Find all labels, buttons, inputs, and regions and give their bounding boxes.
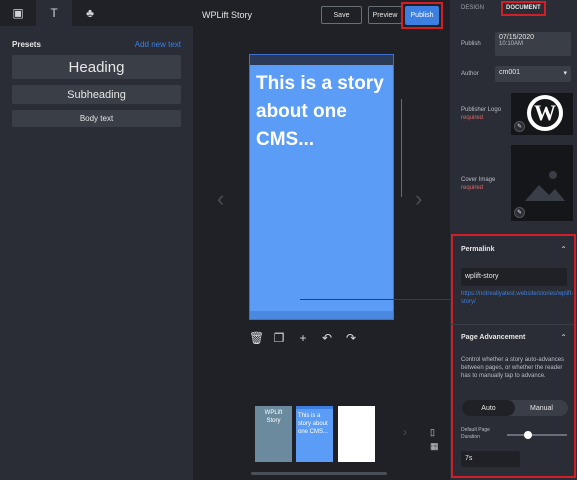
section-divider xyxy=(451,324,574,325)
preset-subheading[interactable]: Subheading xyxy=(12,85,181,104)
add-page-icon[interactable]: + xyxy=(297,331,309,345)
toggle-manual[interactable]: Manual xyxy=(515,400,568,416)
delete-icon[interactable]: 🗑 xyxy=(249,331,264,345)
tab-design[interactable]: DESIGN xyxy=(461,5,484,11)
story-editor: ▣ T ♣ Presets Add new text Heading Subhe… xyxy=(0,0,577,480)
story-text[interactable]: This is a story about one CMS... xyxy=(250,65,393,159)
publisher-logo-required: required xyxy=(461,115,484,121)
duration-input[interactable]: 7s xyxy=(461,451,520,467)
undo-icon[interactable]: ↶ xyxy=(321,331,333,345)
document-tab-highlight: DOCUMENT xyxy=(501,1,546,16)
save-button[interactable]: Save xyxy=(321,6,362,24)
permalink-title: Permalink xyxy=(461,246,495,253)
media-tab[interactable]: ▣ xyxy=(0,0,36,26)
add-new-text-link[interactable]: Add new text xyxy=(135,40,181,49)
prev-page-arrow-icon[interactable]: ‹ xyxy=(217,186,224,212)
preset-heading[interactable]: Heading xyxy=(12,55,181,79)
thumbnail-text: WPLift Story xyxy=(264,410,283,424)
author-label: Author xyxy=(461,71,479,77)
publish-highlight: Publish xyxy=(401,2,443,29)
edit-pencil-icon[interactable]: ✎ xyxy=(514,121,525,132)
shapes-icon: ♣ xyxy=(86,6,94,20)
right-panel: DESIGN DOCUMENT Publish 07/15/2020 10:10… xyxy=(450,0,577,480)
page-thumbnail-1[interactable]: WPLift Story xyxy=(255,406,292,462)
publish-button[interactable]: Publish xyxy=(405,6,439,25)
toggle-auto[interactable]: Auto xyxy=(462,400,515,416)
cover-image-box[interactable]: ✎ xyxy=(511,145,573,221)
presets-header: Presets Add new text xyxy=(0,26,193,55)
image-icon: ▣ xyxy=(12,6,24,20)
shapes-tab[interactable]: ♣ xyxy=(72,0,108,26)
preview-button[interactable]: Preview xyxy=(368,6,402,24)
default-page-duration-label: Default Page Duration xyxy=(461,427,490,440)
edit-pencil-icon[interactable]: ✎ xyxy=(514,207,525,218)
duration-slider-knob[interactable] xyxy=(524,431,532,439)
left-panel: ▣ T ♣ Presets Add new text Heading Subhe… xyxy=(0,0,193,480)
cover-image-label: Cover Image xyxy=(461,177,496,183)
author-select[interactable]: cm001 ▾ xyxy=(495,66,571,82)
text-tab[interactable]: T xyxy=(36,0,72,26)
author-value: cm001 xyxy=(499,69,521,76)
chevron-up-icon[interactable]: ⌃ xyxy=(560,333,567,342)
page-thumbnail-2[interactable]: This is a story about one CMS... xyxy=(296,406,333,462)
publisher-logo-box[interactable]: W ✎ xyxy=(511,93,573,135)
publish-date: 07/15/2020 xyxy=(499,34,535,41)
page-advancement-description: Control whether a story auto-advances be… xyxy=(461,357,565,379)
thumbnail-scrollbar[interactable] xyxy=(251,472,387,475)
cover-image-required: required xyxy=(461,185,484,191)
publish-date-label: Publish xyxy=(461,41,481,47)
story-title: WPLift Story xyxy=(202,10,253,20)
left-tabs: ▣ T ♣ xyxy=(0,0,193,26)
thumbnail-text: This is a story about one CMS... xyxy=(298,413,329,435)
story-page-header xyxy=(250,55,393,65)
next-page-arrow-icon[interactable]: › xyxy=(415,186,422,212)
chevron-down-icon: ▾ xyxy=(563,70,567,77)
permalink-url[interactable]: https://notreallyatest.website/stories/w… xyxy=(461,290,573,306)
page-thumbnail-3[interactable] xyxy=(338,406,375,462)
publish-date-field[interactable]: 07/15/2020 10:10AM xyxy=(495,32,571,56)
preset-body-text[interactable]: Body text xyxy=(12,110,181,127)
publisher-logo-label: Publisher Logo xyxy=(461,107,502,113)
grid-view-icon[interactable]: ▦ xyxy=(430,439,439,453)
duplicate-icon[interactable]: ❐ xyxy=(273,331,285,345)
redo-icon[interactable]: ↷ xyxy=(345,331,357,345)
story-page-footer xyxy=(250,311,393,319)
wordpress-logo: W xyxy=(527,95,563,131)
presets-label: Presets xyxy=(12,40,41,49)
publish-time: 10:10AM xyxy=(499,41,524,47)
chevron-up-icon[interactable]: ⌃ xyxy=(560,245,567,254)
permalink-input[interactable]: wplift-story xyxy=(461,268,567,286)
page-toolbar: 🗑 ❐ + ↶ ↷ xyxy=(249,331,357,345)
view-toggle-icons: ▯ ▦ xyxy=(430,425,439,453)
page-advancement-title: Page Advancement xyxy=(461,334,526,341)
story-page[interactable]: This is a story about one CMS... xyxy=(249,54,456,320)
canvas-area: WPLift Story Save Preview Publish ‹ › Th… xyxy=(193,0,456,480)
text-icon: T xyxy=(50,6,58,20)
duration-slider[interactable] xyxy=(507,431,567,439)
single-view-icon[interactable]: ▯ xyxy=(430,425,439,439)
tab-document[interactable]: DOCUMENT xyxy=(506,5,541,11)
safe-zone-guide xyxy=(300,299,456,300)
thumbnail-next-icon[interactable]: › xyxy=(403,425,407,439)
advancement-toggle: Auto Manual xyxy=(462,400,568,416)
selection-line xyxy=(401,99,402,197)
